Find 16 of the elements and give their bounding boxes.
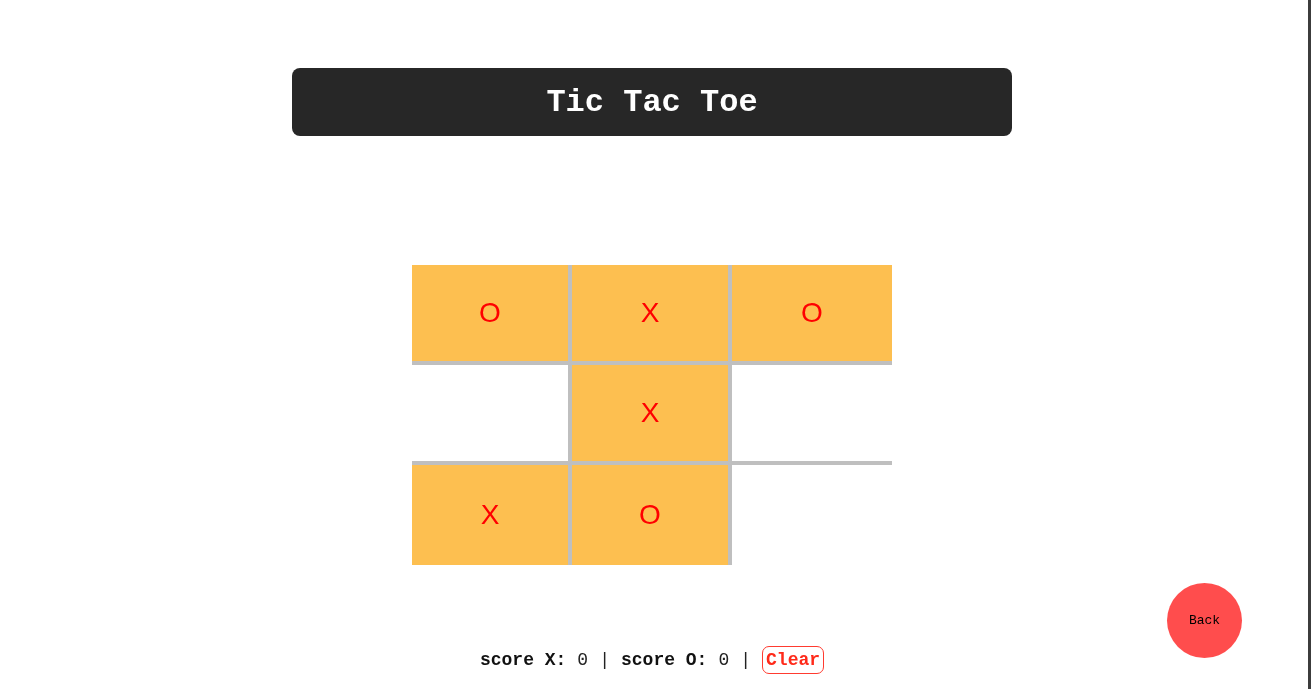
score-value: 0 (718, 650, 730, 670)
board-cell[interactable]: O (732, 265, 892, 365)
score-value: 0 (577, 650, 589, 670)
board-cell[interactable]: X (572, 265, 732, 365)
score-separator: | (599, 650, 610, 670)
board-cell[interactable]: X (412, 465, 572, 565)
board-cell[interactable]: O (412, 265, 572, 365)
board-cell[interactable]: X (572, 365, 732, 465)
clear-button[interactable]: Clear (762, 646, 825, 674)
score-label: score X: (479, 650, 567, 670)
title-bar: Tic Tac Toe (292, 68, 1012, 136)
board-cell[interactable] (412, 365, 572, 465)
score-separator: | (740, 650, 752, 670)
back-button[interactable]: Back (1167, 583, 1242, 658)
board-cell[interactable]: O (572, 465, 732, 565)
score-label: score O: (621, 650, 708, 670)
